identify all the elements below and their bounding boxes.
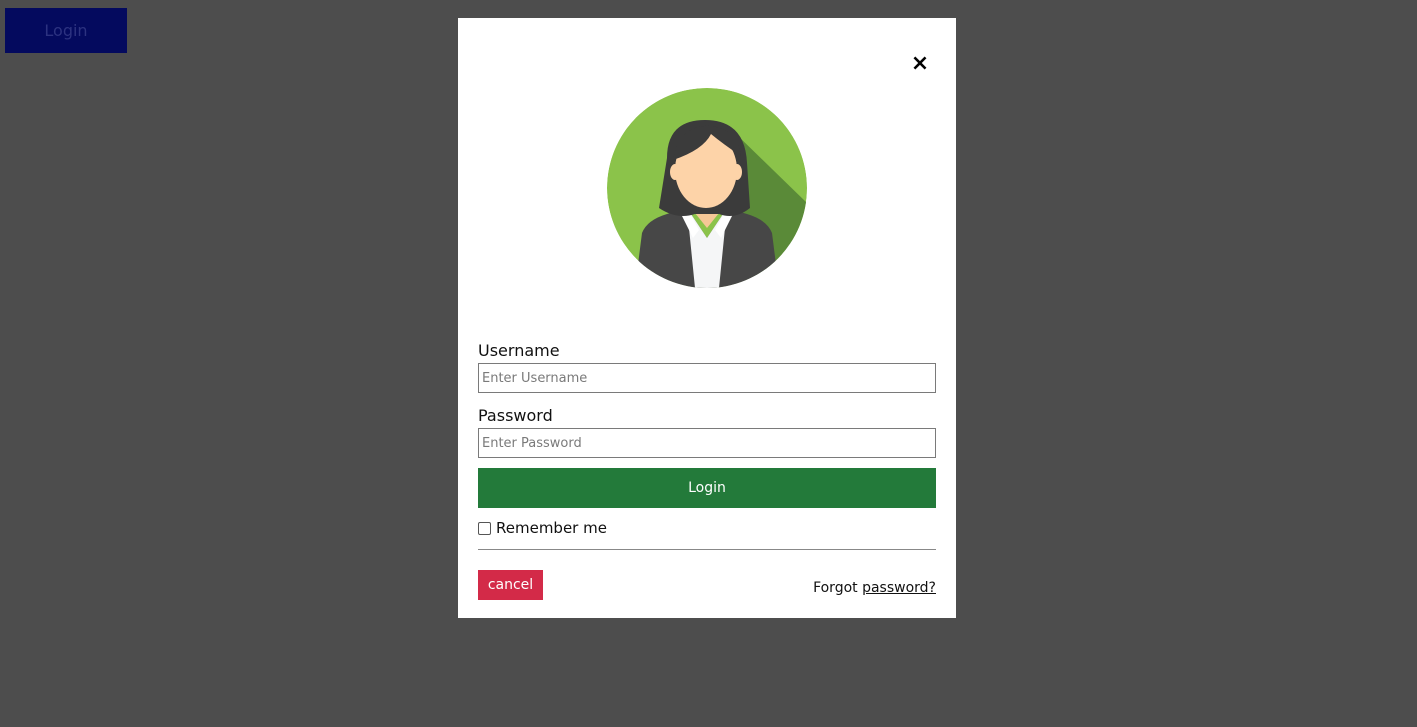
login-submit-button[interactable]: Login [478, 468, 936, 508]
avatar-woman-icon [607, 88, 807, 288]
cancel-button[interactable]: cancel [478, 570, 543, 600]
forgot-prefix: Forgot [813, 580, 858, 596]
username-label: Username [478, 341, 560, 360]
remember-me-checkbox[interactable] [478, 521, 491, 535]
open-login-button[interactable]: Login [5, 8, 127, 53]
forgot-password: Forgot password? [813, 580, 936, 596]
close-icon[interactable]: × [908, 52, 932, 76]
remember-me: Remember me [478, 519, 607, 537]
login-modal: × Username Enter Username Password Login… [458, 18, 956, 618]
divider [478, 549, 936, 550]
forgot-password-link[interactable]: password? [862, 580, 936, 596]
password-input[interactable] [478, 428, 936, 458]
password-label: Password [478, 406, 553, 425]
username-input[interactable] [478, 363, 936, 393]
remember-me-label[interactable]: Remember me [496, 519, 607, 537]
